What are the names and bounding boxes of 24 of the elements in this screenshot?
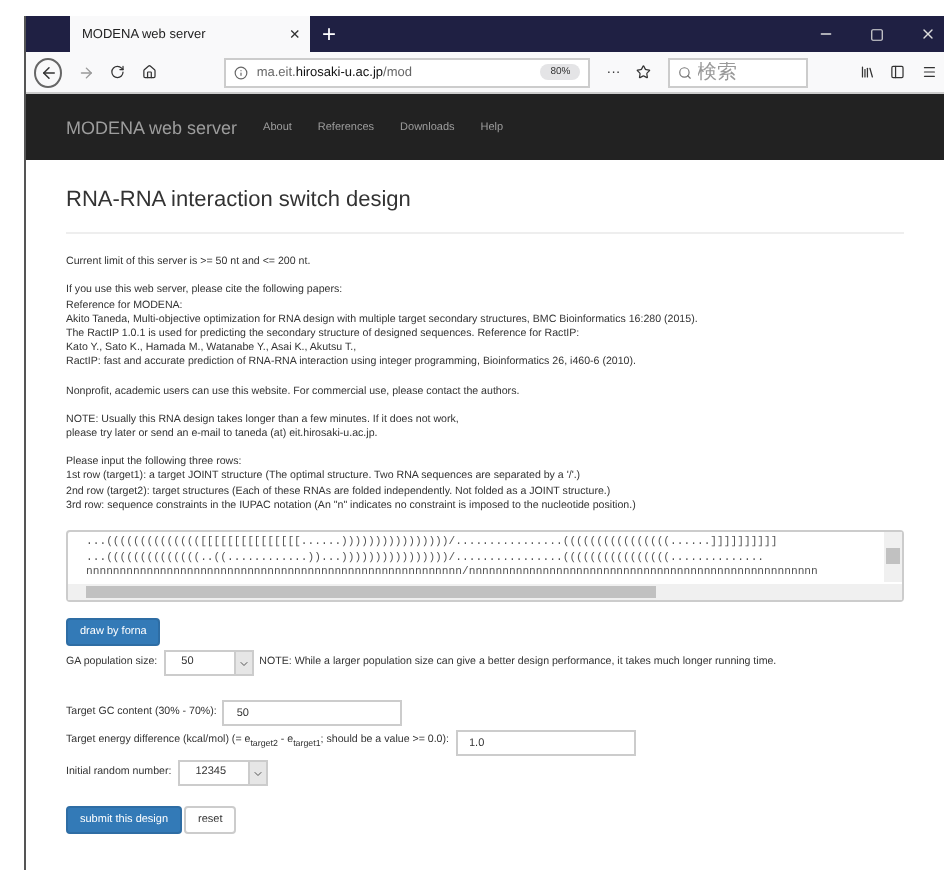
page-title: RNA-RNA interaction switch design bbox=[66, 194, 413, 209]
search-bar[interactable]: 検索 bbox=[667, 57, 808, 87]
site-brand[interactable]: MODENA web server bbox=[66, 117, 238, 137]
sidebar-icon[interactable] bbox=[890, 64, 906, 80]
structure-textarea[interactable] bbox=[66, 530, 904, 603]
search-icon bbox=[677, 65, 692, 79]
forward-icon[interactable] bbox=[78, 63, 95, 81]
library-icon[interactable] bbox=[859, 64, 875, 80]
info-icon[interactable] bbox=[234, 65, 249, 79]
chevron-down-icon bbox=[237, 657, 250, 670]
chevron-down-icon bbox=[251, 767, 264, 780]
close-icon[interactable] bbox=[920, 26, 936, 42]
menu-icon[interactable] bbox=[921, 64, 936, 80]
reload-icon[interactable] bbox=[110, 64, 126, 80]
new-tab-button[interactable]: + bbox=[310, 16, 349, 52]
back-button[interactable] bbox=[34, 57, 63, 87]
maximize-icon[interactable] bbox=[870, 27, 884, 41]
close-tab-button[interactable]: × bbox=[289, 24, 300, 44]
vertical-scrollbar[interactable] bbox=[884, 532, 902, 583]
horizontal-scrollbar[interactable] bbox=[68, 584, 902, 601]
back-arrow-icon bbox=[39, 63, 58, 81]
home-icon[interactable] bbox=[141, 64, 157, 80]
bookmark-star-icon[interactable] bbox=[636, 64, 652, 80]
search-input[interactable]: 検索 bbox=[697, 61, 798, 83]
